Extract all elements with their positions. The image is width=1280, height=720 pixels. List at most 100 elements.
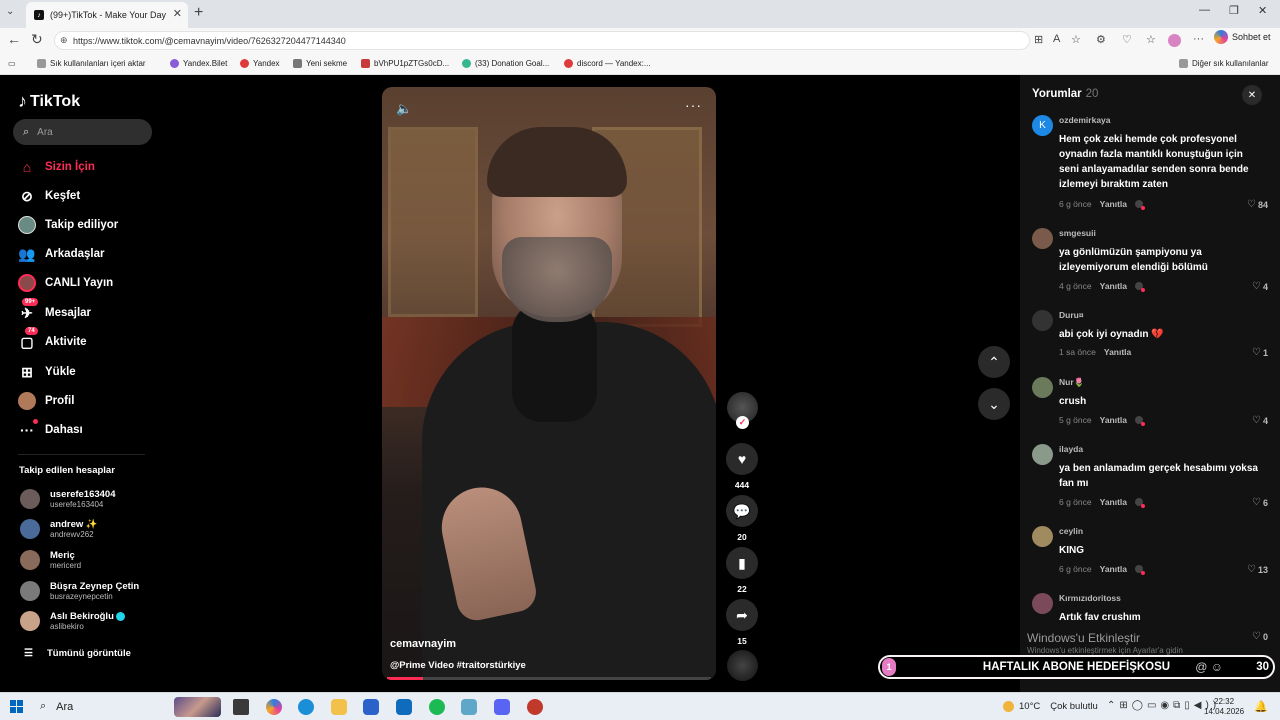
- window-close-icon[interactable]: ✕: [1258, 4, 1267, 17]
- favorite-star-icon[interactable]: ☆: [1071, 33, 1081, 46]
- other-bookmarks[interactable]: Diğer sık kullanılanlar: [1179, 59, 1268, 68]
- notification-bell-icon[interactable]: 🔔: [1254, 700, 1268, 713]
- nav-following[interactable]: Takip ediliyor: [18, 216, 118, 234]
- tab-list-chevron-icon[interactable]: ⌄: [6, 6, 14, 17]
- following-account[interactable]: Büşra Zeynep Çetin busrazeynepcetin: [20, 581, 139, 601]
- edge-icon[interactable]: [298, 699, 314, 715]
- bookmark-discord[interactable]: discord — Yandex:...: [564, 59, 651, 68]
- reply-button[interactable]: Yanıtla: [1100, 415, 1127, 425]
- music-disc-icon[interactable]: [727, 650, 758, 681]
- nav-upload[interactable]: ⊞ Yükle: [18, 363, 76, 381]
- avatar[interactable]: [1032, 593, 1053, 614]
- nav-profile[interactable]: Profil: [18, 392, 74, 410]
- taskbar-search[interactable]: ⌕ Ara: [40, 700, 73, 713]
- follow-check-icon[interactable]: ✓: [736, 416, 749, 429]
- avatar[interactable]: [1032, 377, 1053, 398]
- bookmark-new-tab[interactable]: Yeni sekme: [293, 59, 347, 68]
- avatar[interactable]: K: [1032, 115, 1053, 136]
- bookmark-bvhp[interactable]: bVhPU1pZTGs0cD...: [361, 59, 449, 68]
- weather-widget[interactable]: 10°C Çok bulutlu: [1003, 701, 1098, 712]
- start-button-icon[interactable]: [10, 700, 23, 713]
- comment-like-button[interactable]: ♡ 1: [1252, 347, 1268, 358]
- comment-like-button[interactable]: ♡ 4: [1252, 281, 1268, 292]
- comment-user[interactable]: ceylin: [1059, 526, 1083, 536]
- settings-more-icon[interactable]: ···: [1193, 33, 1204, 45]
- new-tab-icon[interactable]: +: [194, 4, 203, 22]
- url-field[interactable]: ⊕ https://www.tiktok.com/@cemavnayim/vid…: [54, 31, 1030, 50]
- following-account[interactable]: andrew ✨ andrewv262: [20, 519, 98, 539]
- file-explorer-icon[interactable]: [331, 699, 347, 715]
- more-options-icon[interactable]: ···: [685, 97, 702, 113]
- video-caption[interactable]: @Prime Video #traitorstürkiye: [390, 660, 526, 671]
- comment-user[interactable]: ilayda: [1059, 444, 1083, 454]
- obs-icon[interactable]: [527, 699, 543, 715]
- previous-video-button[interactable]: ⌃: [978, 346, 1010, 378]
- browser-tab[interactable]: ♪ (99+)TikTok - Make Your Day ✕: [26, 2, 188, 28]
- nav-more[interactable]: ··· Dahası: [18, 419, 83, 439]
- following-account[interactable]: Meriç mericerd: [20, 550, 81, 570]
- video-player[interactable]: 🔈 ··· cemavnayim @Prime Video #traitorst…: [382, 87, 716, 680]
- site-info-icon[interactable]: ⊕: [60, 35, 68, 46]
- comment-button[interactable]: 💬 20: [726, 495, 758, 542]
- search-highlight-image[interactable]: [174, 697, 221, 717]
- browser-essentials-icon[interactable]: ♡: [1122, 33, 1132, 46]
- comment-like-button[interactable]: ♡ 0: [1252, 631, 1268, 642]
- taskbar-clock[interactable]: 22:32 14.04.2026: [1204, 697, 1244, 717]
- reply-button[interactable]: Yanıtla: [1100, 564, 1127, 574]
- volume-icon[interactable]: 🔈: [396, 101, 412, 117]
- spotify-icon[interactable]: [429, 699, 445, 715]
- comment-like-button[interactable]: ♡ 84: [1247, 199, 1268, 210]
- reading-list-icon[interactable]: ▭: [8, 59, 16, 68]
- see-all-link[interactable]: ☰ Tümünü görüntüle: [24, 648, 131, 659]
- app-icon[interactable]: ⊞: [1034, 33, 1043, 46]
- bookmark-import[interactable]: Sık kullanılanları içeri aktar: [37, 59, 146, 68]
- reply-button[interactable]: Yanıtla: [1100, 199, 1127, 209]
- bookmark-yandex[interactable]: Yandex: [240, 59, 280, 68]
- video-author[interactable]: cemavnayim: [390, 638, 456, 650]
- bookmark-yandex-bilet[interactable]: Yandex.Bilet: [170, 59, 227, 68]
- nav-friends[interactable]: 👥 Arkadaşlar: [18, 245, 104, 263]
- network-app-icon[interactable]: [461, 699, 477, 715]
- comment-user[interactable]: Nur🌷: [1059, 377, 1084, 388]
- nav-for-you[interactable]: ⌂ Sizin İçin: [18, 158, 95, 176]
- video-progress-bar[interactable]: [387, 677, 711, 680]
- nav-live[interactable]: CANLI Yayın: [18, 274, 113, 292]
- minimize-icon[interactable]: —: [1199, 4, 1210, 16]
- tiktok-logo[interactable]: ♪ TikTok: [18, 91, 80, 112]
- nav-explore[interactable]: ⊘ Keşfet: [18, 187, 80, 205]
- mention-emoji-icon[interactable]: @ ☺: [1195, 660, 1223, 674]
- avatar[interactable]: [1032, 526, 1053, 547]
- reply-button[interactable]: Yanıtla: [1100, 497, 1127, 507]
- share-button[interactable]: ➦ 15: [726, 599, 758, 646]
- avatar[interactable]: [1032, 444, 1053, 465]
- store-icon[interactable]: [363, 699, 379, 715]
- task-view-icon[interactable]: [233, 699, 249, 715]
- profile-icon[interactable]: [1168, 34, 1181, 47]
- comment-like-button[interactable]: ♡ 6: [1252, 497, 1268, 508]
- copilot-icon[interactable]: [266, 699, 282, 715]
- comment-user[interactable]: smgesuii: [1059, 228, 1096, 238]
- avatar[interactable]: [1032, 228, 1053, 249]
- nav-activity[interactable]: ▢ 74 Aktivite: [18, 327, 87, 351]
- comment-user[interactable]: Kırmızıdoritoss: [1059, 593, 1121, 603]
- next-video-button[interactable]: ⌄: [978, 388, 1010, 420]
- close-comments-button[interactable]: ✕: [1242, 85, 1262, 105]
- comment-user[interactable]: ozdemirkaya: [1059, 115, 1111, 125]
- tab-close-icon[interactable]: ✕: [173, 7, 182, 20]
- extensions-icon[interactable]: ⚙: [1096, 33, 1106, 46]
- following-account[interactable]: Aslı Bekiroğlu aslibekiro: [20, 611, 125, 631]
- following-account[interactable]: userefe163404 userefe163404: [20, 489, 116, 509]
- comment-like-button[interactable]: ♡ 13: [1247, 564, 1268, 575]
- chat-button[interactable]: Sohbet et: [1214, 30, 1271, 44]
- reply-button[interactable]: Yanıtla: [1100, 281, 1127, 291]
- avatar[interactable]: [1032, 310, 1053, 331]
- creator-avatar[interactable]: ✓: [727, 392, 758, 429]
- search-input[interactable]: ⌕ Ara: [13, 119, 152, 145]
- discord-icon[interactable]: [494, 699, 510, 715]
- reply-button[interactable]: Yanıtla: [1104, 347, 1131, 357]
- outlook-icon[interactable]: [396, 699, 412, 715]
- bookmark-donation-goal[interactable]: (33) Donation Goal...: [462, 59, 549, 68]
- comment-user[interactable]: Duru¤: [1059, 310, 1084, 320]
- save-button[interactable]: ▮ 22: [726, 547, 758, 594]
- favorites-icon[interactable]: ☆: [1146, 33, 1156, 46]
